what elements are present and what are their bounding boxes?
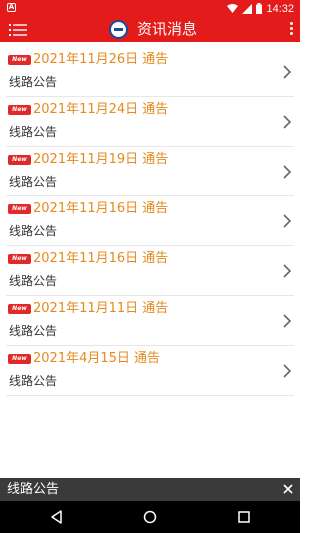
signal-icon bbox=[242, 3, 253, 14]
logo-icon bbox=[109, 20, 128, 39]
app-bar: 资讯消息 bbox=[0, 17, 300, 42]
page-title: 资讯消息 bbox=[137, 20, 198, 38]
list-item[interactable]: New 2021年11月19日 通告 线路公告 bbox=[6, 147, 294, 197]
home-icon[interactable] bbox=[142, 509, 158, 525]
item-subtitle: 线路公告 bbox=[9, 174, 58, 189]
list-item[interactable]: New 2021年11月16日 通告 线路公告 bbox=[6, 246, 294, 296]
item-title: 2021年11月26日 通告 bbox=[33, 52, 169, 67]
menu-icon[interactable] bbox=[9, 23, 27, 37]
item-title: 2021年11月11日 通告 bbox=[33, 300, 169, 316]
item-subtitle: 线路公告 bbox=[9, 323, 58, 338]
item-title: 2021年11月19日 通告 bbox=[33, 151, 169, 167]
close-icon[interactable] bbox=[283, 484, 293, 494]
item-subtitle: 线路公告 bbox=[9, 75, 58, 89]
bottom-notice-bar: 线路公告 bbox=[0, 478, 300, 501]
chevron-right-icon bbox=[283, 364, 292, 378]
status-icons: 14:32 bbox=[227, 0, 294, 17]
list-item[interactable]: New 2021年11月26日 通告 线路公告 bbox=[6, 47, 294, 97]
item-title: 2021年11月16日 通告 bbox=[33, 251, 169, 267]
chevron-right-icon bbox=[283, 65, 292, 79]
chevron-right-icon bbox=[283, 214, 292, 228]
chevron-right-icon bbox=[283, 314, 292, 328]
navigation-bar bbox=[0, 501, 300, 533]
status-bar: A 14:32 bbox=[0, 0, 300, 17]
status-time: 14:32 bbox=[266, 2, 294, 15]
item-title: 2021年11月24日 通告 bbox=[33, 101, 169, 117]
chevron-right-icon bbox=[283, 165, 292, 179]
more-icon[interactable] bbox=[288, 22, 294, 38]
item-subtitle: 线路公告 bbox=[9, 373, 58, 388]
new-badge: New bbox=[8, 55, 31, 65]
item-title: 2021年11月16日 通告 bbox=[33, 201, 169, 217]
chevron-right-icon bbox=[283, 264, 292, 278]
list-item[interactable]: New 2021年11月16日 通告 线路公告 bbox=[6, 196, 294, 247]
list-item[interactable]: New 2021年4月15日 通告 线路公告 bbox=[6, 346, 294, 396]
new-badge: New bbox=[8, 353, 31, 364]
list-item[interactable]: New 2021年11月24日 通告 线路公告 bbox=[6, 97, 294, 147]
item-title: 2021年4月15日 通告 bbox=[33, 350, 161, 366]
notification-icon: A bbox=[7, 3, 16, 12]
back-icon[interactable] bbox=[49, 509, 65, 525]
battery-icon bbox=[256, 3, 263, 14]
list-item[interactable]: New 2021年11月11日 通告 线路公告 bbox=[6, 296, 294, 346]
new-badge: New bbox=[8, 154, 31, 165]
notice-list: New 2021年11月26日 通告 线路公告 New 2021年11月24日 … bbox=[0, 47, 300, 396]
new-badge: New bbox=[8, 204, 31, 215]
new-badge: New bbox=[8, 303, 31, 314]
bottom-bar-text: 线路公告 bbox=[7, 482, 60, 497]
item-subtitle: 线路公告 bbox=[9, 224, 58, 239]
new-badge: New bbox=[8, 104, 31, 115]
chevron-right-icon bbox=[283, 115, 292, 129]
recents-icon[interactable] bbox=[236, 509, 252, 525]
new-badge: New bbox=[8, 254, 31, 265]
item-subtitle: 线路公告 bbox=[9, 274, 58, 289]
wifi-icon bbox=[227, 4, 239, 13]
item-subtitle: 线路公告 bbox=[9, 124, 58, 139]
